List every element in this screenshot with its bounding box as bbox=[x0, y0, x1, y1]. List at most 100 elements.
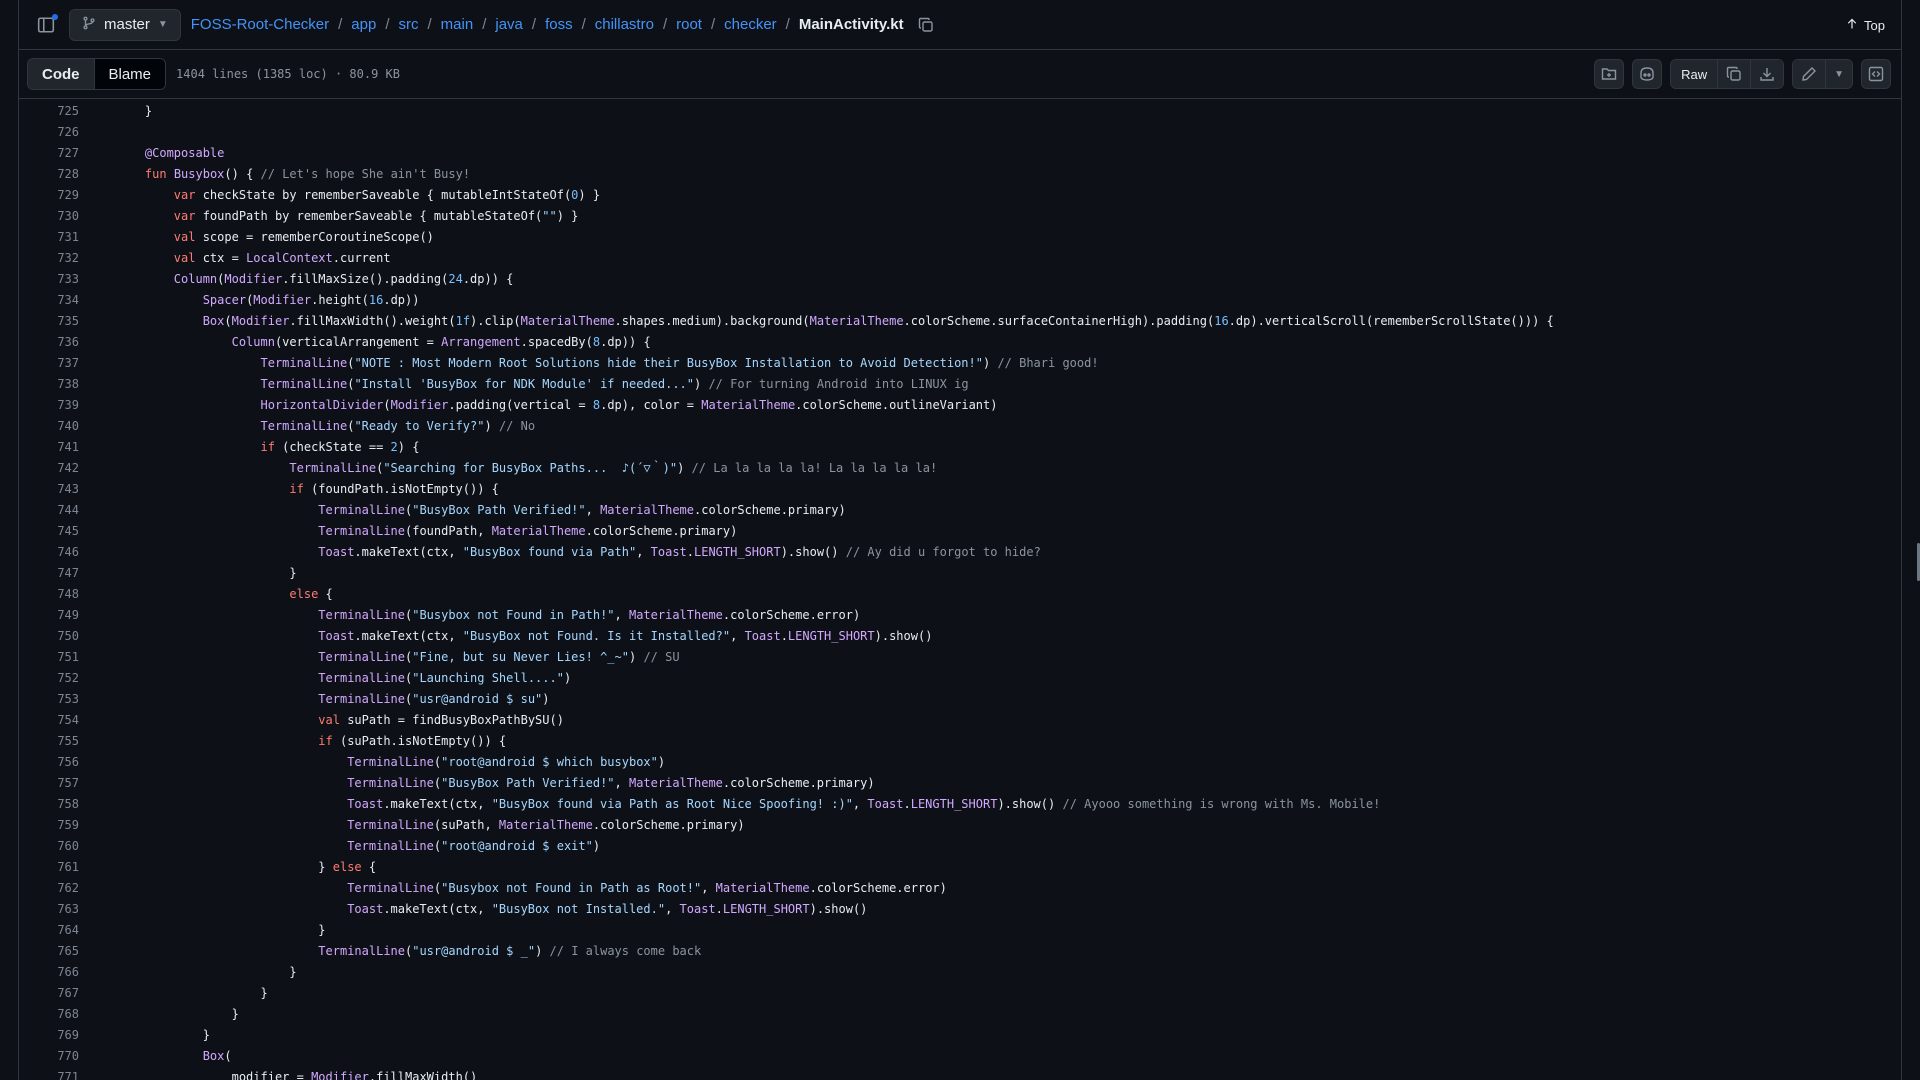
line-number[interactable]: 771 bbox=[19, 1067, 79, 1080]
line-number[interactable]: 745 bbox=[19, 521, 79, 542]
code-line: 734 Spacer(Modifier.height(16.dp)) bbox=[19, 290, 1901, 311]
line-content: TerminalLine("root@android $ exit") bbox=[347, 839, 601, 853]
code-line: 727 @Composable bbox=[19, 143, 1901, 164]
line-number[interactable]: 763 bbox=[19, 899, 79, 920]
line-number[interactable]: 744 bbox=[19, 500, 79, 521]
breadcrumb-java[interactable]: java bbox=[495, 16, 523, 33]
code-line: 771 modifier = Modifier.fillMaxWidth() bbox=[19, 1067, 1901, 1080]
code-square-icon[interactable] bbox=[1861, 59, 1891, 89]
line-number[interactable]: 762 bbox=[19, 878, 79, 899]
breadcrumb-src[interactable]: src bbox=[399, 16, 419, 33]
line-number[interactable]: 734 bbox=[19, 290, 79, 311]
tab-code[interactable]: Code bbox=[28, 59, 95, 89]
line-content: Toast.makeText(ctx, "BusyBox found via P… bbox=[318, 545, 1041, 559]
breadcrumb-checker[interactable]: checker bbox=[724, 16, 777, 33]
line-number[interactable]: 759 bbox=[19, 815, 79, 836]
breadcrumb-main[interactable]: main bbox=[441, 16, 474, 33]
line-content: TerminalLine(suPath, MaterialTheme.color… bbox=[347, 818, 745, 832]
code-line: 763 Toast.makeText(ctx, "BusyBox not Ins… bbox=[19, 899, 1901, 920]
line-number[interactable]: 728 bbox=[19, 164, 79, 185]
line-number[interactable]: 754 bbox=[19, 710, 79, 731]
breadcrumb-repo[interactable]: FOSS-Root-Checker bbox=[191, 16, 329, 33]
line-number[interactable]: 741 bbox=[19, 437, 79, 458]
git-branch-icon bbox=[82, 16, 96, 34]
tab-blame[interactable]: Blame bbox=[94, 59, 166, 89]
copy-icon[interactable] bbox=[1717, 60, 1751, 88]
line-content: if (suPath.isNotEmpty()) { bbox=[318, 734, 507, 748]
line-number[interactable]: 760 bbox=[19, 836, 79, 857]
line-number[interactable]: 749 bbox=[19, 605, 79, 626]
download-icon[interactable] bbox=[1750, 60, 1784, 88]
line-number[interactable]: 770 bbox=[19, 1046, 79, 1067]
triangle-down-icon[interactable]: ▼ bbox=[1825, 60, 1852, 88]
file-tree-icon[interactable] bbox=[1594, 59, 1625, 89]
line-number[interactable]: 764 bbox=[19, 920, 79, 941]
line-number[interactable]: 757 bbox=[19, 773, 79, 794]
line-number[interactable]: 755 bbox=[19, 731, 79, 752]
line-number[interactable]: 751 bbox=[19, 647, 79, 668]
line-content: } bbox=[116, 965, 297, 979]
line-number[interactable]: 743 bbox=[19, 479, 79, 500]
line-number[interactable]: 727 bbox=[19, 143, 79, 164]
line-number[interactable]: 730 bbox=[19, 206, 79, 227]
line-number[interactable]: 753 bbox=[19, 689, 79, 710]
line-number[interactable]: 725 bbox=[19, 101, 79, 122]
line-number[interactable]: 731 bbox=[19, 227, 79, 248]
raw-button[interactable]: Raw bbox=[1671, 60, 1718, 88]
line-content: TerminalLine("Busybox not Found in Path!… bbox=[318, 608, 861, 622]
file-view-frame: master ▼ FOSS-Root-Checker / app / src /… bbox=[18, 0, 1902, 1080]
line-number[interactable]: 736 bbox=[19, 332, 79, 353]
breadcrumb-foss[interactable]: foss bbox=[545, 16, 573, 33]
line-number[interactable]: 756 bbox=[19, 752, 79, 773]
line-number[interactable]: 758 bbox=[19, 794, 79, 815]
line-number[interactable]: 739 bbox=[19, 395, 79, 416]
code-line: 757 TerminalLine("BusyBox Path Verified!… bbox=[19, 773, 1901, 794]
sidebar-toggle-icon[interactable] bbox=[31, 10, 61, 40]
line-content: val ctx = LocalContext.current bbox=[173, 251, 391, 265]
line-number[interactable]: 733 bbox=[19, 269, 79, 290]
line-number[interactable]: 750 bbox=[19, 626, 79, 647]
breadcrumb-app[interactable]: app bbox=[351, 16, 376, 33]
line-number[interactable]: 768 bbox=[19, 1004, 79, 1025]
line-number[interactable]: 726 bbox=[19, 122, 79, 143]
line-number[interactable]: 767 bbox=[19, 983, 79, 1004]
line-number[interactable]: 752 bbox=[19, 668, 79, 689]
code-line: 750 Toast.makeText(ctx, "BusyBox not Fou… bbox=[19, 626, 1901, 647]
line-number[interactable]: 729 bbox=[19, 185, 79, 206]
code-line: 743 if (foundPath.isNotEmpty()) { bbox=[19, 479, 1901, 500]
edit-group: ▼ bbox=[1792, 59, 1853, 89]
line-number[interactable]: 738 bbox=[19, 374, 79, 395]
line-content: TerminalLine("Install 'BusyBox for NDK M… bbox=[260, 377, 969, 391]
line-content: } bbox=[116, 566, 297, 580]
line-number[interactable]: 747 bbox=[19, 563, 79, 584]
code-line: 745 TerminalLine(foundPath, MaterialThem… bbox=[19, 521, 1901, 542]
line-content: Toast.makeText(ctx, "BusyBox not Found. … bbox=[318, 629, 933, 643]
line-number[interactable]: 742 bbox=[19, 458, 79, 479]
code-viewer[interactable]: 725 } 726 727 @Composable 728 fun Busybox()… bbox=[19, 99, 1901, 1080]
back-to-top-button[interactable]: Top bbox=[1846, 0, 1885, 50]
line-number[interactable]: 765 bbox=[19, 941, 79, 962]
code-line: 739 HorizontalDivider(Modifier.padding(v… bbox=[19, 395, 1901, 416]
line-number[interactable]: 769 bbox=[19, 1025, 79, 1046]
copilot-icon[interactable] bbox=[1632, 59, 1663, 89]
breadcrumb-root[interactable]: root bbox=[676, 16, 702, 33]
line-content: if (foundPath.isNotEmpty()) { bbox=[289, 482, 499, 496]
breadcrumb-chillastro[interactable]: chillastro bbox=[595, 16, 654, 33]
line-number[interactable]: 735 bbox=[19, 311, 79, 332]
line-content: val scope = rememberCoroutineScope() bbox=[173, 230, 434, 244]
line-number[interactable]: 746 bbox=[19, 542, 79, 563]
line-number[interactable]: 732 bbox=[19, 248, 79, 269]
line-number[interactable]: 740 bbox=[19, 416, 79, 437]
branch-selector[interactable]: master ▼ bbox=[69, 8, 181, 41]
pencil-icon[interactable] bbox=[1793, 60, 1826, 88]
line-number[interactable]: 761 bbox=[19, 857, 79, 878]
line-content: } bbox=[116, 986, 268, 1000]
file-toolbar: Code Blame 1404 lines (1385 loc) · 80.9 … bbox=[19, 50, 1901, 99]
line-content: Toast.makeText(ctx, "BusyBox not Install… bbox=[347, 902, 868, 916]
copy-icon[interactable] bbox=[918, 17, 934, 33]
line-number[interactable]: 737 bbox=[19, 353, 79, 374]
line-number[interactable]: 748 bbox=[19, 584, 79, 605]
line-number[interactable]: 766 bbox=[19, 962, 79, 983]
line-content bbox=[79, 122, 116, 143]
code-line: 735 Box(Modifier.fillMaxWidth().weight(1… bbox=[19, 311, 1901, 332]
